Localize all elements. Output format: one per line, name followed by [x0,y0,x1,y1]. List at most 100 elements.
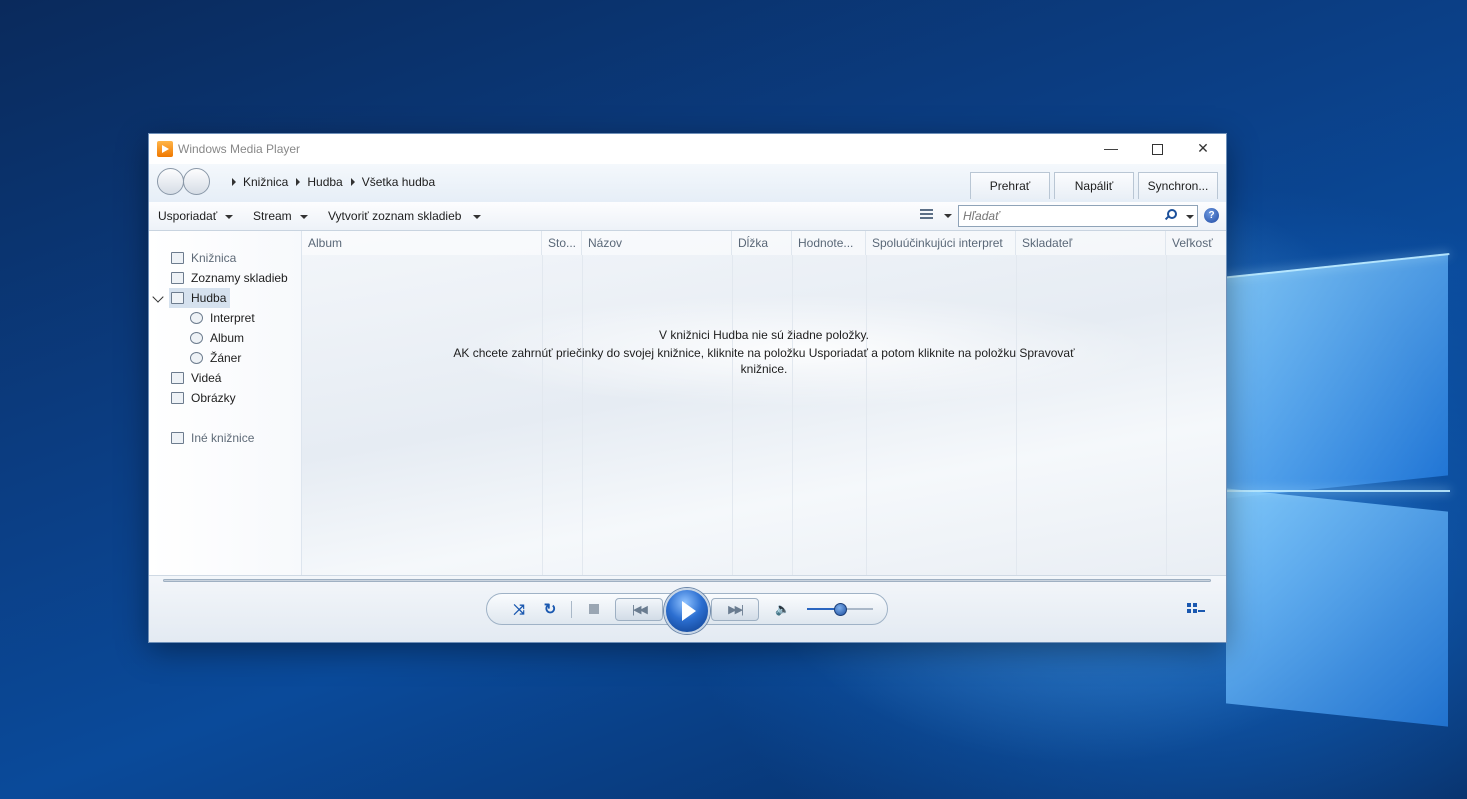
music-note-icon [171,292,184,304]
chevron-down-icon [225,214,234,219]
history-buttons [156,168,212,196]
library-list: Album Sto... Názov Dĺžka Hodnote... Spol… [302,231,1226,575]
sidebar-item-other-libraries[interactable]: Iné knižnice [171,428,254,448]
title-bar: Windows Media Player — ✕ [149,134,1226,164]
speaker-icon[interactable]: 🔈 [775,602,790,616]
switch-to-now-playing-icon[interactable] [1187,603,1205,617]
close-icon: ✕ [1197,140,1209,156]
window-title: Windows Media Player [178,142,301,156]
other-libraries-icon [171,432,184,444]
stop-icon[interactable] [589,604,599,614]
video-icon [171,372,184,384]
column-header-album[interactable]: Album [302,231,542,255]
column-header-rating[interactable]: Hodnote... [792,231,866,255]
windows-logo-pane-top [1226,253,1448,499]
column-divider [866,255,867,575]
sidebar-item-label: Obrázky [191,391,236,405]
sidebar-item-playlists[interactable]: Zoznamy skladieb [171,268,288,288]
next-icon: ▶▶| [728,604,744,616]
help-icon[interactable]: ? [1204,208,1219,223]
chevron-down-icon [299,214,308,219]
create-playlist-menu[interactable]: Vytvoriť zoznam skladieb [328,209,482,223]
tab-sync[interactable]: Synchron... [1138,172,1218,199]
search-dropdown-icon[interactable] [1186,215,1194,219]
windows-logo-pane-bottom [1226,488,1448,727]
stream-label: Stream [253,209,292,223]
next-button[interactable]: ▶▶| [711,598,759,621]
empty-message-instructions-end: knižnice. [740,362,788,376]
controls-divider [571,601,572,618]
playback-bar: ⤨ ↻ |◀◀ ▶▶| 🔈 [149,575,1226,642]
sidebar-item-music[interactable]: Hudba [169,288,231,308]
expand-chevron-icon[interactable] [152,291,164,303]
column-divider [1016,255,1017,575]
shuffle-icon[interactable]: ⤨ [509,594,529,624]
column-divider [792,255,793,575]
sidebar-item-library[interactable]: Knižnica [171,248,236,268]
tab-play[interactable]: Prehrať [970,172,1050,199]
pictures-icon [171,392,184,404]
toolbar: Usporiadať Stream Vytvoriť zoznam skladi… [149,202,1226,231]
column-header-title[interactable]: Názov [582,231,732,255]
minimize-icon: — [1104,140,1118,156]
tab-burn[interactable]: Napáliť [1054,172,1134,199]
maximize-icon [1151,143,1163,155]
empty-message-instructions: AK chcete zahrnúť priečinky do svojej kn… [453,346,1075,360]
column-divider [1166,255,1167,575]
column-header-composer[interactable]: Skladateľ [1016,231,1166,255]
sidebar-item-videos[interactable]: Videá [171,368,221,388]
previous-button[interactable]: |◀◀ [615,598,663,621]
sidebar-item-label: Hudba [191,291,227,305]
genre-icon [190,352,203,364]
volume-knob[interactable] [834,603,847,616]
column-header-contributing-artist[interactable]: Spoluúčinkujúci interpret [866,231,1016,255]
minimize-button[interactable]: — [1088,134,1134,164]
view-options-icon[interactable] [920,209,933,220]
organize-label: Usporiadať [158,209,218,223]
breadcrumb-arrow-icon[interactable] [296,178,301,186]
breadcrumb-library[interactable]: Knižnica [243,175,288,189]
media-player-window: Windows Media Player — ✕ Knižnica Hudba … [149,134,1226,642]
breadcrumb-arrow-icon[interactable] [350,178,355,186]
seek-bar[interactable] [163,579,1211,582]
sidebar-item-artist[interactable]: Interpret [190,308,255,328]
forward-button[interactable] [183,168,210,195]
organize-menu[interactable]: Usporiadať [158,209,234,223]
logo-light-beam [1220,490,1450,492]
breadcrumb: Knižnica Hudba Všetka hudba [232,175,443,189]
search-box [958,205,1198,227]
close-button[interactable]: ✕ [1180,134,1226,164]
navigation-pane: Knižnica Zoznamy skladieb Hudba Interpre… [149,231,302,575]
sidebar-item-pictures[interactable]: Obrázky [171,388,236,408]
media-player-icon [157,141,173,157]
sidebar-item-genre[interactable]: Žáner [190,348,241,368]
view-options-dropdown[interactable] [944,214,952,218]
empty-library-message: V knižnici Hudba nie sú žiadne položky. … [302,327,1226,377]
breadcrumb-arrow-icon[interactable] [232,178,236,186]
search-input[interactable] [963,208,1158,224]
column-header-size[interactable]: Veľkosť [1166,231,1226,255]
column-header-length[interactable]: Dĺžka [732,231,792,255]
column-header-track[interactable]: Sto... [542,231,582,255]
navigation-bar: Knižnica Hudba Všetka hudba Prehrať Napá… [149,164,1226,202]
sidebar-item-album[interactable]: Album [190,328,244,348]
maximize-button[interactable] [1134,134,1180,164]
sidebar-item-label: Žáner [210,351,242,365]
album-icon [190,332,203,344]
repeat-icon[interactable]: ↻ [540,594,560,624]
search-icon[interactable] [1165,209,1177,219]
back-button[interactable] [157,168,184,195]
playback-controls: ⤨ ↻ |◀◀ ▶▶| 🔈 [486,588,888,634]
previous-icon: |◀◀ [632,604,648,616]
stream-menu[interactable]: Stream [253,209,308,223]
library-icon [171,252,184,264]
empty-message-title: V knižnici Hudba nie sú žiadne položky. [659,328,869,342]
breadcrumb-music[interactable]: Hudba [307,175,342,189]
sidebar-item-label: Album [210,331,245,345]
column-divider [542,255,543,575]
breadcrumb-all-music[interactable]: Všetka hudba [362,175,435,189]
sidebar-item-label: Iné knižnice [191,431,255,445]
play-button[interactable] [664,588,710,634]
sidebar-item-label: Knižnica [191,251,237,265]
chevron-down-icon [473,214,482,219]
